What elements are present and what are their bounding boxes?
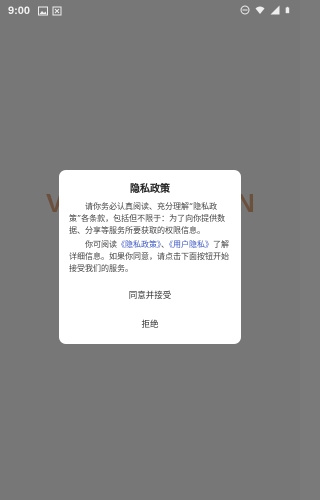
image-icon [38,6,48,16]
agree-button[interactable]: 同意并接受 [69,289,231,301]
signal-icon [270,5,280,15]
para2-prefix: 你可阅读 [85,240,117,249]
battery-icon [285,6,290,14]
dialog-body: 请你务必认真阅读、充分理解“隐私政策”各条款，包括但不限于：为了向你提供数据、分… [69,201,231,275]
privacy-policy-link[interactable]: 《隐私政策》 [117,240,161,249]
user-privacy-link[interactable]: 《用户隐私》 [169,240,213,249]
status-bar: 9:00 [0,0,300,24]
privacy-paragraph-1: 请你务必认真阅读、充分理解“隐私政策”各条款，包括但不限于：为了向你提供数据、分… [69,202,226,235]
dialog-title: 隐私政策 [130,184,170,195]
status-time: 9:00 [8,5,31,17]
do-not-disturb-icon [240,5,250,15]
wifi-icon [255,6,265,14]
privacy-paragraph-2: 你可阅读《隐私政策》、《用户隐私》了解详细信息。如果你同意，请点击下面按钮开始接… [69,239,231,275]
refuse-button[interactable]: 拒绝 [69,318,231,330]
app-screen: 9:00 V N 隐私政策 请你务必认真阅读、充分理解“隐私政策”各条款，包括但… [0,0,300,500]
status-right-icons [240,5,292,15]
privacy-dialog: 隐私政策 请你务必认真阅读、充分理解“隐私政策”各条款，包括但不限于：为了向你提… [59,170,241,344]
notification-icon [52,6,62,16]
status-left-icons [38,6,62,16]
para2-separator: 、 [161,240,169,249]
